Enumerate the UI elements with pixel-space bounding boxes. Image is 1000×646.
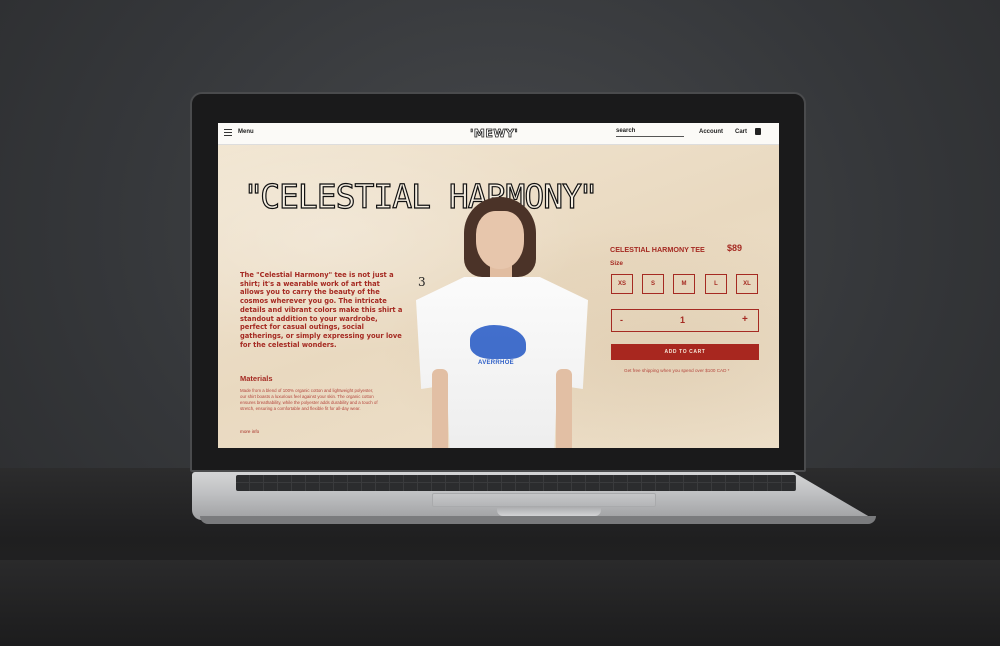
quantity-value[interactable]: 1 xyxy=(680,315,685,325)
hamburger-menu-icon[interactable] xyxy=(224,129,232,136)
materials-text: Made from a blend of 100% organic cotton… xyxy=(240,388,378,412)
shirt-graphic-text: AVERRHOE xyxy=(478,360,514,366)
laptop-base-edge xyxy=(200,516,876,524)
model-photo: AVERRHOE xyxy=(416,197,588,448)
size-l-button[interactable]: L xyxy=(705,274,727,294)
quantity-decrease-button[interactable]: - xyxy=(620,315,623,325)
size-selector: XS S M L XL xyxy=(611,274,759,296)
model-arm-left xyxy=(432,369,448,448)
quantity-stepper: - 1 + xyxy=(611,309,759,332)
cart-link[interactable]: Cart xyxy=(735,129,747,135)
add-to-cart-button[interactable]: ADD TO CART xyxy=(611,344,759,360)
trackpad xyxy=(432,493,656,507)
menu-link[interactable]: Menu xyxy=(238,129,254,135)
account-link[interactable]: Account xyxy=(699,129,723,135)
more-info-link[interactable]: more info xyxy=(240,429,259,434)
hero-quote-open: " xyxy=(245,176,261,216)
decorative-number: 3 xyxy=(418,275,426,289)
model-face xyxy=(476,211,524,269)
search-underline xyxy=(616,136,684,137)
shopping-bag-icon[interactable] xyxy=(755,128,761,135)
size-xl-button[interactable]: XL xyxy=(736,274,758,294)
size-label: Size xyxy=(610,260,624,267)
site-header: Menu 'MEWY' search Account Cart xyxy=(218,123,779,145)
laptop-screen: Menu 'MEWY' search Account Cart "CELESTI… xyxy=(218,123,779,448)
model-arm-right xyxy=(556,369,572,448)
search-input[interactable]: search xyxy=(616,128,635,134)
size-xs-button[interactable]: XS xyxy=(611,274,633,294)
product-description: The "Celestial Harmony" tee is not just … xyxy=(240,271,403,349)
lid-notch xyxy=(497,506,601,516)
size-m-button[interactable]: M xyxy=(673,274,695,294)
desk-edge xyxy=(0,560,1000,646)
quantity-increase-button[interactable]: + xyxy=(742,314,748,325)
product-page: "CELESTIAL HARMONY" The "Celestial Harmo… xyxy=(218,145,779,448)
product-name: CELESTIAL HARMONY TEE xyxy=(610,245,705,254)
shipping-note: Get free shipping when you spend over $1… xyxy=(624,368,730,373)
materials-heading: Materials xyxy=(240,374,273,383)
site-logo[interactable]: 'MEWY' xyxy=(470,127,519,141)
keyboard xyxy=(236,475,796,491)
product-price: $89 xyxy=(727,243,743,253)
size-s-button[interactable]: S xyxy=(642,274,664,294)
